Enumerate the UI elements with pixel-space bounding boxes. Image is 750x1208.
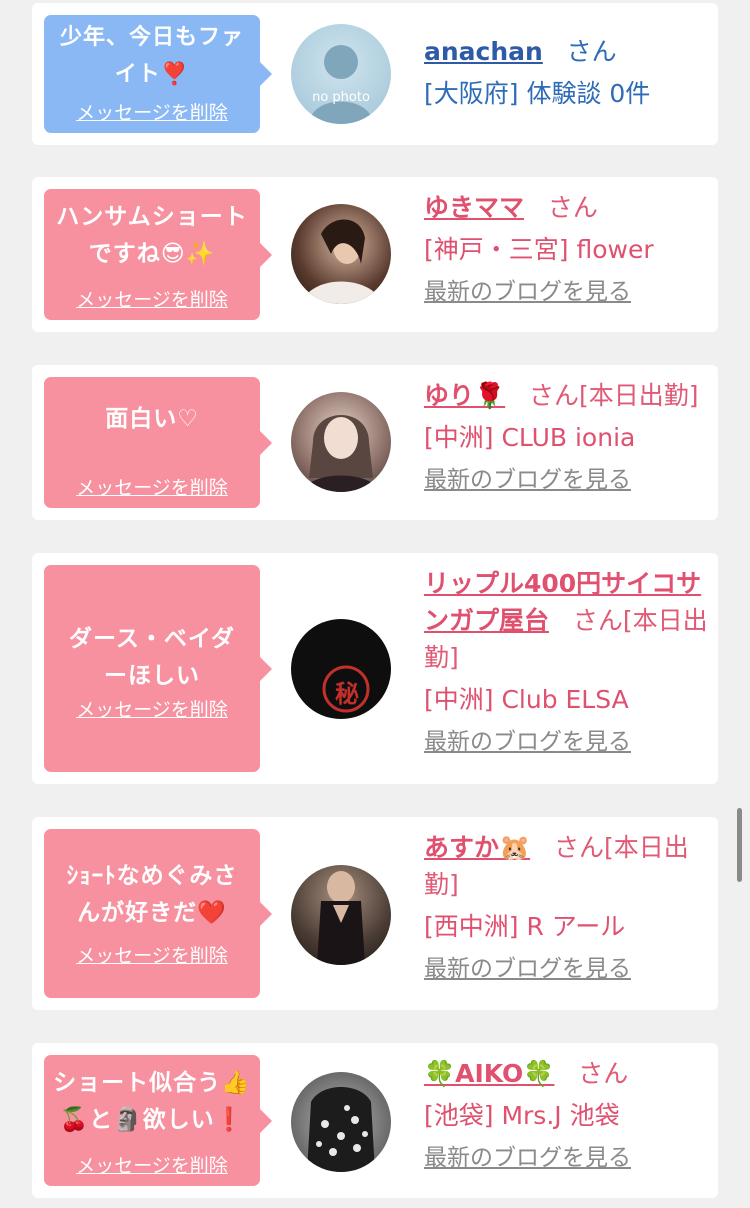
message-bubble: ｼｮｰﾄなめぐみさんが好きだ❤️ メッセージを削除: [44, 829, 272, 998]
blog-link[interactable]: 最新のブログを見る: [424, 462, 709, 499]
profile-info: ゆきママ さん [神戸・三宮] flower 最新のブログを見る: [424, 189, 709, 311]
message-text: ショート似合う👍🍒と🗿欲しい❗️: [53, 1070, 251, 1133]
honorific: さん: [578, 1059, 629, 1088]
shop-info: [中洲] Club ELSA: [424, 685, 629, 714]
honorific: さん: [547, 193, 598, 222]
blog-link[interactable]: 最新のブログを見る: [424, 724, 709, 761]
profile-photo-icon: [317, 871, 365, 965]
blog-link[interactable]: 最新のブログを見る: [424, 274, 709, 311]
honorific: さん: [566, 37, 617, 66]
message-bubble: ハンサムショートですね😎✨ メッセージを削除: [44, 189, 272, 320]
honorific: さん[本日出勤]: [528, 381, 699, 410]
avatar[interactable]: [291, 865, 391, 965]
avatar[interactable]: [291, 204, 391, 304]
delete-message-link[interactable]: メッセージを削除: [44, 1151, 260, 1178]
profile-info: anachan さん [大阪府] 体験談 0件: [424, 33, 709, 112]
shop-info: [池袋] Mrs.J 池袋: [424, 1101, 620, 1130]
avatar[interactable]: 秘: [291, 619, 391, 719]
message-bubble: 少年、今日もファイト❣️ メッセージを削除: [44, 15, 272, 133]
message-text: 少年、今日もファイト❣️: [59, 25, 244, 87]
profile-photo-icon: [307, 1087, 375, 1172]
message-bubble: ダース・ベイダーほしい メッセージを削除: [44, 565, 272, 772]
message-card: ダース・ベイダーほしい メッセージを削除 秘 リップル400円サイコサンガプ屋台…: [32, 553, 718, 784]
delete-message-link[interactable]: メッセージを削除: [44, 98, 260, 125]
delete-message-link[interactable]: メッセージを削除: [44, 285, 260, 312]
message-card: 少年、今日もファイト❣️ メッセージを削除 no photo anachan さ…: [32, 3, 718, 145]
message-card: 面白い♡ メッセージを削除 ゆり🌹 さん[本日出勤] [中洲] CLUB ion…: [32, 365, 718, 520]
no-photo-avatar-icon: [309, 45, 373, 124]
message-text: 面白い♡: [105, 405, 199, 432]
profile-info: あすか🐹 さん[本日出勤] [西中洲] R アール 最新のブログを見る: [424, 829, 709, 988]
profile-name-link[interactable]: 🍀AIKO🍀: [424, 1059, 554, 1088]
shop-info: [西中洲] R アール: [424, 912, 626, 941]
shop-info: [大阪府] 体験談 0件: [424, 79, 651, 108]
stamp-label: 秘: [335, 680, 359, 708]
profile-name-link[interactable]: あすか🐹: [424, 833, 530, 862]
delete-message-link[interactable]: メッセージを削除: [44, 473, 260, 500]
avatar[interactable]: [291, 392, 391, 492]
blog-link[interactable]: 最新のブログを見る: [424, 1140, 709, 1177]
profile-info: リップル400円サイコサンガプ屋台 さん[本日出勤] [中洲] Club ELS…: [424, 565, 709, 761]
delete-message-link[interactable]: メッセージを削除: [44, 695, 260, 722]
profile-info: 🍀AIKO🍀 さん [池袋] Mrs.J 池袋 最新のブログを見る: [424, 1055, 709, 1177]
avatar[interactable]: [291, 1072, 391, 1172]
message-text: ハンサムショートですね😎✨: [56, 204, 248, 267]
delete-message-link[interactable]: メッセージを削除: [44, 941, 260, 968]
avatar[interactable]: no photo: [291, 24, 391, 124]
message-bubble: ショート似合う👍🍒と🗿欲しい❗️ メッセージを削除: [44, 1055, 272, 1186]
message-text: ｼｮｰﾄなめぐみさんが好きだ❤️: [66, 863, 238, 926]
profile-photo-icon: [301, 415, 381, 492]
shop-info: [中洲] CLUB ionia: [424, 423, 636, 452]
message-card: ハンサムショートですね😎✨ メッセージを削除 ゆきママ さん [神戸・三宮] f…: [32, 177, 718, 332]
no-photo-label: no photo: [312, 90, 370, 105]
message-bubble: 面白い♡ メッセージを削除: [44, 377, 272, 508]
shop-info: [神戸・三宮] flower: [424, 235, 654, 264]
profile-photo-icon: [301, 219, 383, 304]
message-card: ショート似合う👍🍒と🗿欲しい❗️ メッセージを削除 🍀AIKO🍀 さん [池袋]…: [32, 1043, 718, 1198]
scrollbar[interactable]: [737, 808, 742, 882]
profile-info: ゆり🌹 さん[本日出勤] [中洲] CLUB ionia 最新のブログを見る: [424, 377, 709, 499]
blog-link[interactable]: 最新のブログを見る: [424, 951, 709, 988]
profile-name-link[interactable]: ゆきママ: [424, 193, 524, 222]
profile-name-link[interactable]: ゆり🌹: [424, 381, 505, 410]
message-card: ｼｮｰﾄなめぐみさんが好きだ❤️ メッセージを削除 あすか🐹 さん[本日出勤] …: [32, 817, 718, 1010]
profile-name-link[interactable]: anachan: [424, 37, 543, 66]
